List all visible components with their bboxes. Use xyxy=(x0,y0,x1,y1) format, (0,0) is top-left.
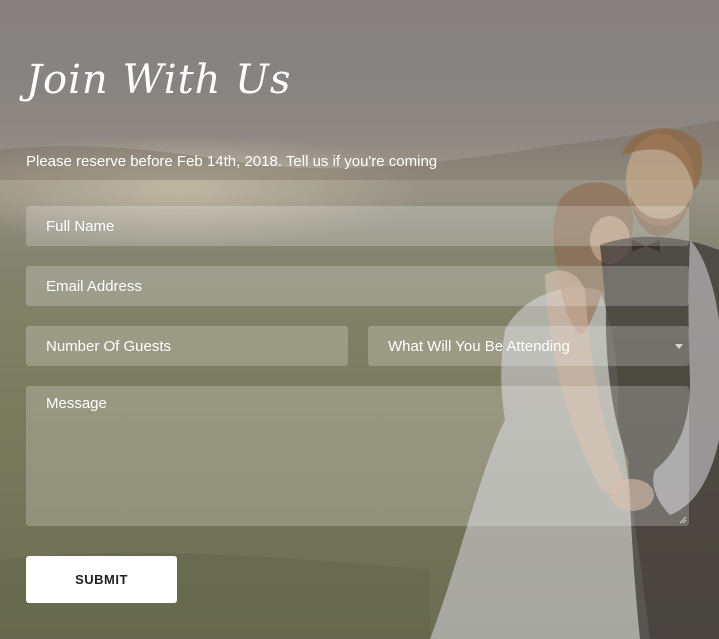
number-of-guests-input[interactable]: Number Of Guests xyxy=(26,326,348,366)
email-address-input[interactable]: Email Address xyxy=(26,266,689,306)
message-textarea[interactable]: Message xyxy=(26,386,689,526)
email-address-placeholder: Email Address xyxy=(46,277,142,295)
full-name-input[interactable]: Full Name xyxy=(26,206,689,246)
submit-button[interactable]: SUBMIT xyxy=(26,556,177,603)
attending-select[interactable]: What Will You Be Attending xyxy=(368,326,689,366)
attending-select-value: What Will You Be Attending xyxy=(388,337,570,355)
full-name-placeholder: Full Name xyxy=(46,217,115,235)
chevron-down-icon xyxy=(675,344,683,349)
message-placeholder: Message xyxy=(46,395,107,412)
form-subtitle: Please reserve before Feb 14th, 2018. Te… xyxy=(26,153,438,170)
form-title: Join With Us xyxy=(26,57,292,103)
number-of-guests-placeholder: Number Of Guests xyxy=(46,337,172,355)
resize-grip-icon[interactable] xyxy=(679,516,687,524)
